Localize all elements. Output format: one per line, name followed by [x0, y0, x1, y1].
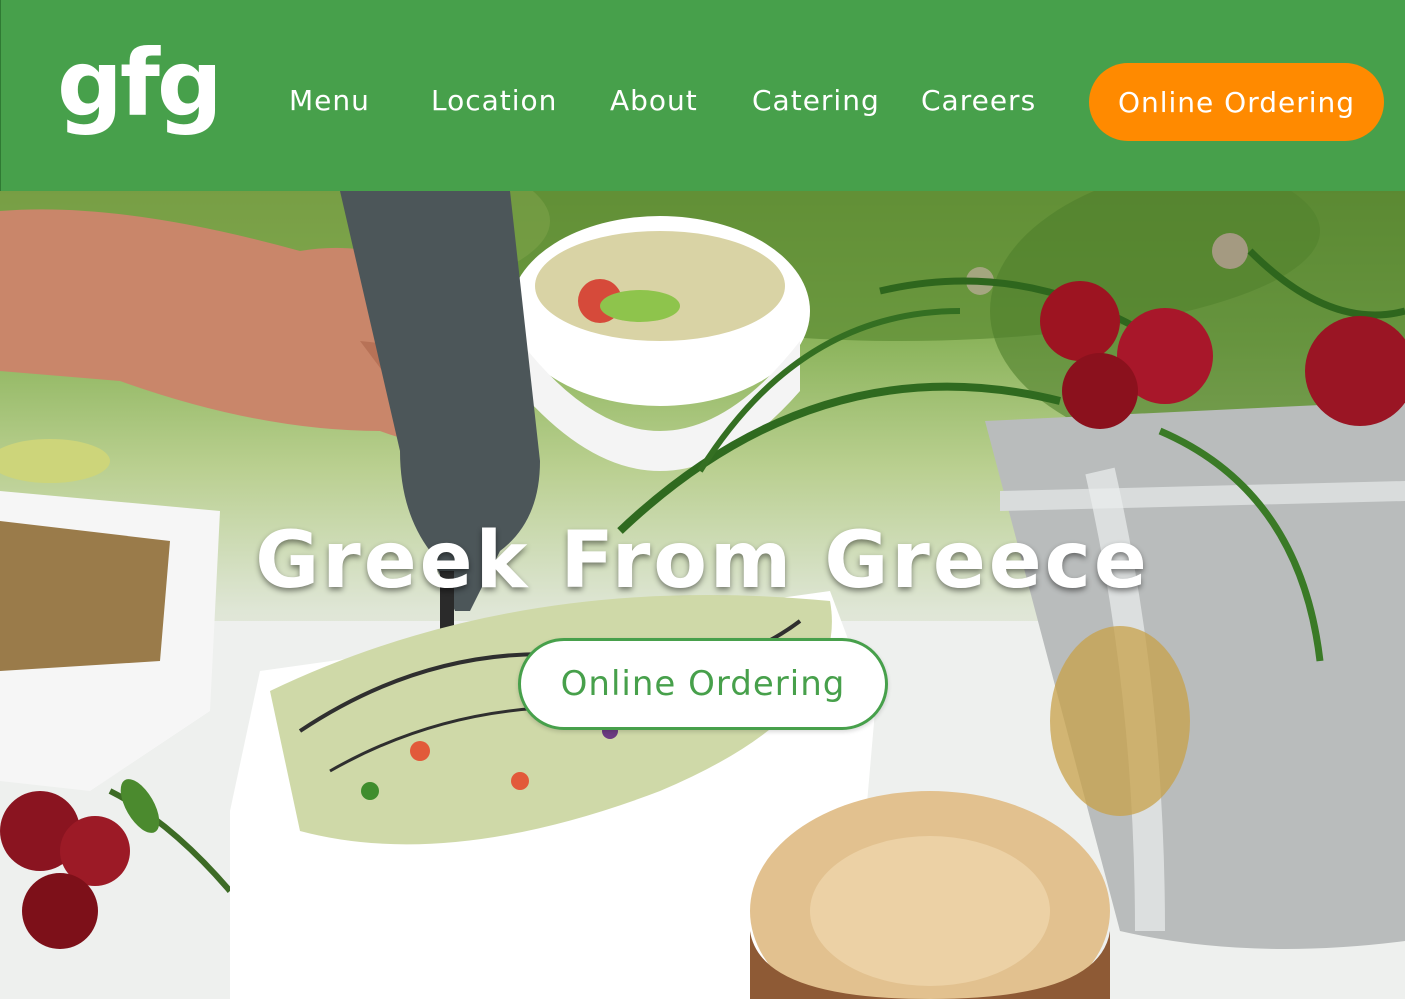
online-ordering-button-header[interactable]: Online Ordering [1089, 63, 1384, 141]
logo[interactable]: gfg [57, 38, 223, 130]
online-ordering-button-hero[interactable]: Online Ordering [518, 638, 888, 730]
nav-item-careers[interactable]: Careers [921, 84, 1036, 117]
site-header: gfg Menu Location About Catering Careers… [0, 0, 1405, 191]
nav-item-menu[interactable]: Menu [289, 84, 370, 117]
nav-item-location[interactable]: Location [431, 84, 557, 117]
hero-section: Greek From Greece Online Ordering [0, 191, 1405, 999]
hero-title: Greek From Greece [255, 516, 1150, 606]
nav-item-catering[interactable]: Catering [752, 84, 880, 117]
nav-item-about[interactable]: About [610, 84, 698, 117]
page: gfg Menu Location About Catering Careers… [0, 0, 1405, 999]
